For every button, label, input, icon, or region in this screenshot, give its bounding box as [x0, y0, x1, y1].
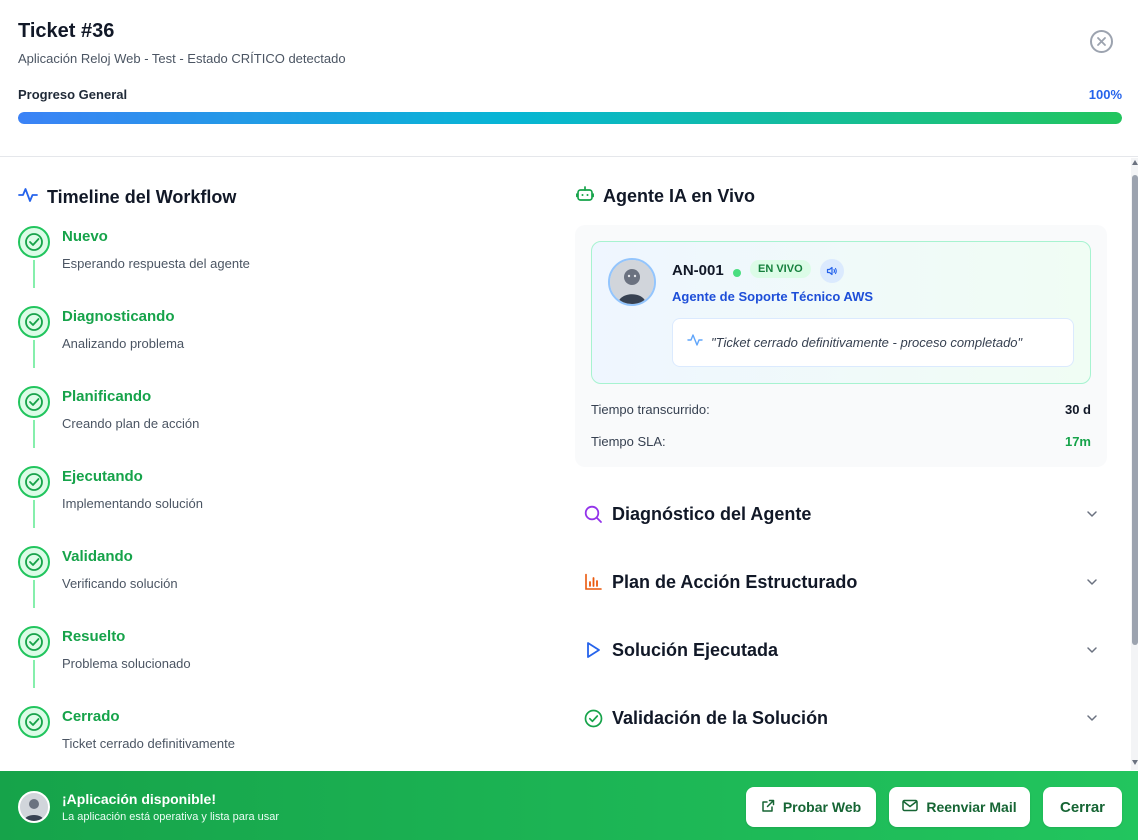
check-circle-icon [583, 708, 603, 728]
chevron-down-icon [1085, 507, 1099, 521]
check-circle-icon [18, 226, 50, 258]
progress-label: Progreso General [18, 87, 128, 102]
play-icon [583, 640, 603, 660]
timeline-step: Diagnosticando Analizando problema [18, 302, 538, 382]
mail-icon [902, 799, 919, 815]
progress-bar [18, 112, 1122, 124]
speaker-icon[interactable] [820, 259, 844, 283]
sla-time-value: 17m [1064, 434, 1091, 449]
search-icon [583, 504, 603, 524]
step-title: Validando [62, 548, 133, 565]
agent-role: Agente de Soporte Técnico AWS [672, 289, 874, 304]
accordion-plan-accion[interactable]: Plan de Acción Estructurado [583, 562, 1099, 602]
probar-web-label: Probar Web [782, 799, 862, 815]
timeline-step: Cerrado Ticket cerrado definitivamente [18, 702, 538, 782]
reenviar-mail-label: Reenviar Mail [926, 799, 1017, 815]
step-title: Planificando [62, 388, 152, 405]
ticket-subtitle: Aplicación Reloj Web - Test - Estado CRÍ… [18, 51, 346, 66]
step-description: Implementando solución [62, 496, 203, 511]
sla-time-row: Tiempo SLA: 17m [591, 434, 1091, 449]
step-title: Cerrado [62, 708, 120, 725]
progress-value: 100% [1088, 87, 1122, 102]
timeline-connector [33, 340, 35, 368]
accordion-label: Diagnóstico del Agente [612, 503, 812, 524]
step-title: Diagnosticando [62, 308, 175, 325]
step-description: Esperando respuesta del agente [62, 256, 250, 271]
elapsed-time-label: Tiempo transcurrido: [591, 402, 710, 417]
step-description: Ticket cerrado definitivamente [62, 736, 235, 751]
reenviar-mail-button[interactable]: Reenviar Mail [889, 787, 1030, 827]
workflow-timeline: Nuevo Esperando respuesta del agente Dia… [18, 222, 538, 782]
check-circle-icon [18, 386, 50, 418]
check-circle-icon [18, 626, 50, 658]
timeline-connector [33, 420, 35, 448]
check-circle-icon [18, 706, 50, 738]
step-description: Problema solucionado [62, 656, 191, 671]
check-circle-icon [18, 306, 50, 338]
accordion-label: Validación de la Solución [612, 707, 829, 728]
live-indicator-dot [733, 269, 741, 277]
check-circle-icon [18, 466, 50, 498]
accordion-label: Plan de Acción Estructurado [612, 571, 858, 592]
accordion-solucion[interactable]: Solución Ejecutada [583, 630, 1099, 670]
timeline-step: Resuelto Problema solucionado [18, 622, 538, 702]
ticket-header: Ticket #36 Aplicación Reloj Web - Test -… [0, 0, 1138, 157]
footer-title: ¡Aplicación disponible! [62, 791, 217, 807]
close-icon[interactable] [1090, 30, 1113, 53]
sla-time-label: Tiempo SLA: [591, 434, 666, 449]
footer-avatar [18, 791, 50, 823]
step-title: Ejecutando [62, 468, 143, 485]
step-title: Resuelto [62, 628, 126, 645]
chevron-down-icon [1085, 575, 1099, 589]
ticket-title: Ticket #36 [18, 20, 115, 42]
agent-card: AN-001 EN VIVO Agente de Soporte Técnico… [575, 225, 1107, 467]
accordion-validacion[interactable]: Validación de la Solución [583, 698, 1099, 738]
timeline-step: Ejecutando Implementando solución [18, 462, 538, 542]
scroll-down-arrow-icon[interactable] [1132, 760, 1138, 765]
agent-message-text: "Ticket cerrado definitivamente - proces… [711, 335, 1023, 350]
bar-chart-icon [583, 572, 603, 592]
progress-fill [18, 112, 1122, 124]
elapsed-time-row: Tiempo transcurrido: 30 d [591, 402, 1091, 417]
activity-icon [18, 185, 38, 210]
step-title: Nuevo [62, 228, 108, 245]
agent-heading-label: Agente IA en Vivo [603, 186, 756, 206]
timeline-connector [33, 660, 35, 688]
agent-id: AN-001 [672, 262, 724, 279]
timeline-step: Planificando Creando plan de acción [18, 382, 538, 462]
accordion-label: Solución Ejecutada [612, 639, 779, 660]
agent-avatar [608, 258, 656, 306]
bot-icon [576, 185, 594, 208]
step-description: Analizando problema [62, 336, 185, 351]
timeline-heading: Timeline del Workflow [18, 185, 236, 210]
activity-icon [687, 332, 703, 353]
agent-message: "Ticket cerrado definitivamente - proces… [672, 318, 1074, 367]
step-description: Verificando solución [62, 576, 178, 591]
scrollbar-thumb[interactable] [1132, 175, 1138, 645]
external-link-icon [761, 799, 775, 816]
agent-live-panel: AN-001 EN VIVO Agente de Soporte Técnico… [591, 241, 1091, 384]
probar-web-button[interactable]: Probar Web [746, 787, 876, 827]
live-status-badge: EN VIVO [750, 260, 811, 278]
scroll-up-arrow-icon[interactable] [1132, 160, 1138, 165]
check-circle-icon [18, 546, 50, 578]
cerrar-button[interactable]: Cerrar [1043, 787, 1122, 827]
timeline-connector [33, 260, 35, 288]
footer-subtitle: La aplicación está operativa y lista par… [62, 811, 280, 823]
timeline-step: Nuevo Esperando respuesta del agente [18, 222, 538, 302]
chevron-down-icon [1085, 643, 1099, 657]
timeline-heading-label: Timeline del Workflow [47, 187, 237, 207]
accordion-diagnostico[interactable]: Diagnóstico del Agente [583, 494, 1099, 534]
chevron-down-icon [1085, 711, 1099, 725]
timeline-connector [33, 500, 35, 528]
timeline-step: Validando Verificando solución [18, 542, 538, 622]
footer-bar: ¡Aplicación disponible! La aplicación es… [0, 771, 1138, 840]
step-description: Creando plan de acción [62, 416, 200, 431]
elapsed-time-value: 30 d [1064, 402, 1091, 417]
agent-heading: Agente IA en Vivo [576, 185, 755, 208]
timeline-connector [33, 580, 35, 608]
